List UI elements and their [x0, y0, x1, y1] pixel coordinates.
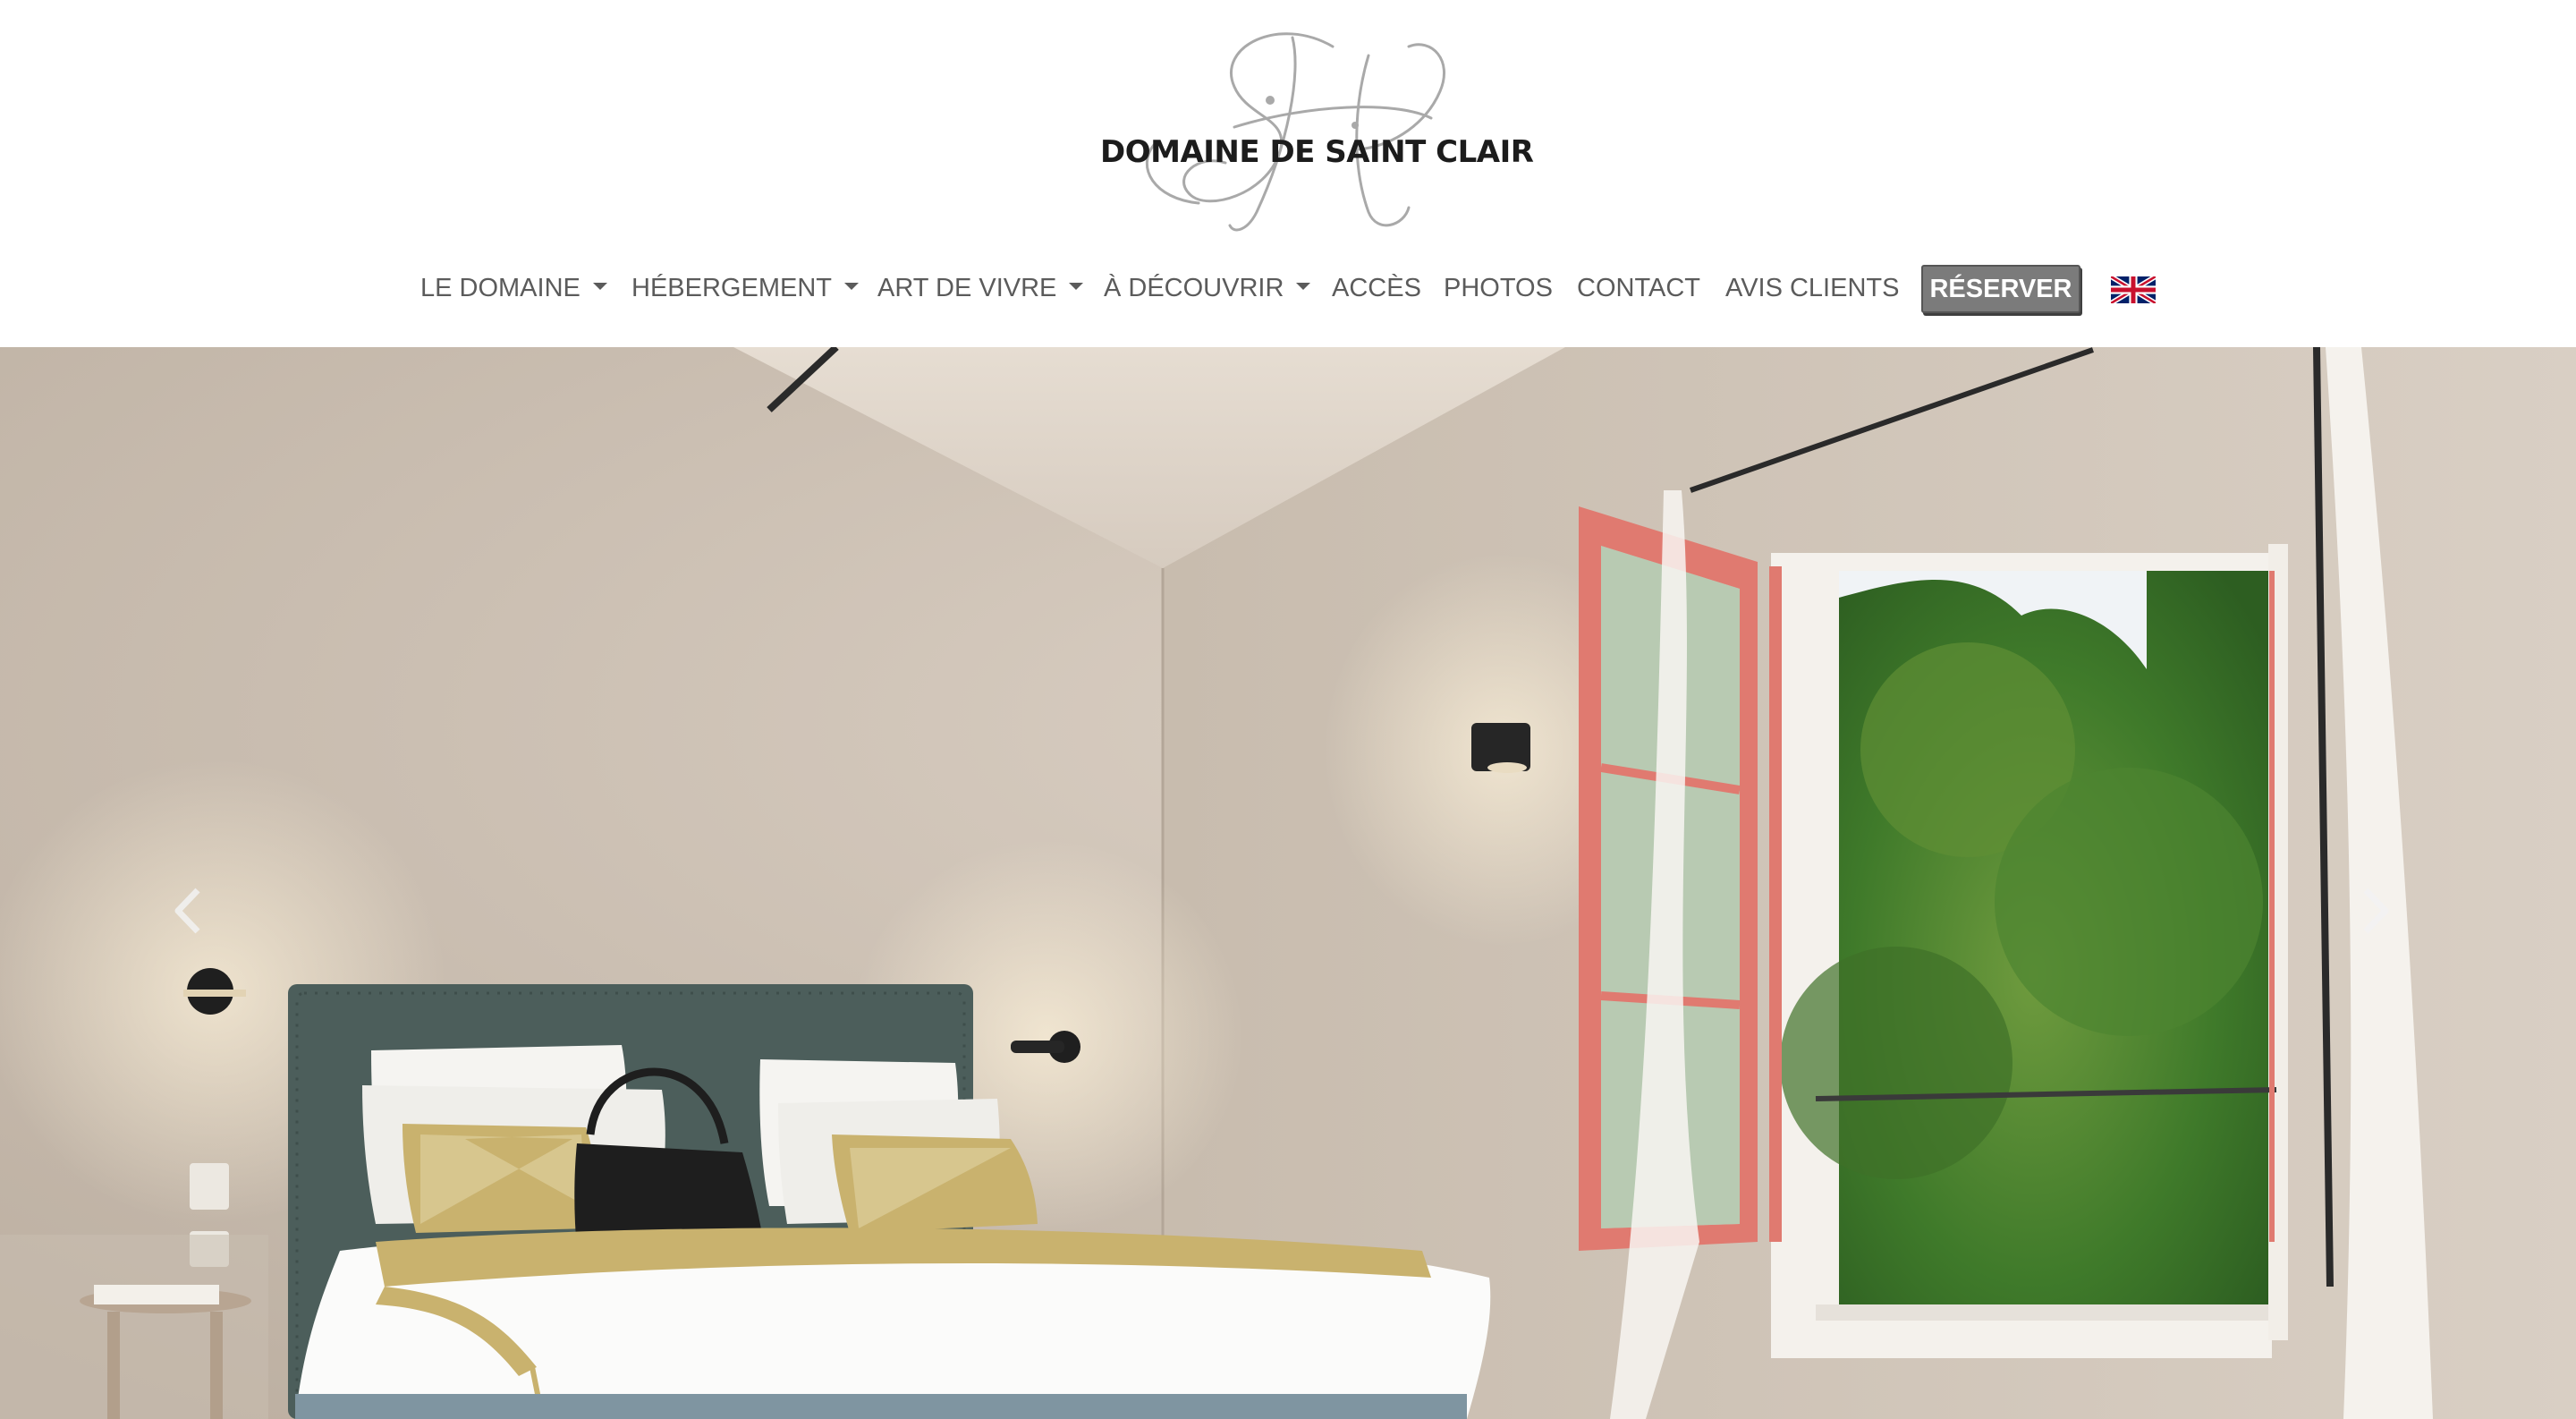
nav-item-contact[interactable]: CONTACT	[1577, 263, 1700, 313]
hero-carousel	[0, 347, 2576, 1419]
nav-item-acces[interactable]: ACCÈS	[1332, 263, 1421, 313]
site-logo[interactable]: DOMAINE DE SAINT CLAIR	[1100, 20, 1534, 243]
nav-item-art-de-vivre[interactable]: ART DE VIVRE	[877, 263, 1084, 313]
reserve-button[interactable]: RÉSERVER	[1921, 265, 2080, 313]
bedroom-photo	[0, 347, 2576, 1419]
caret-down-icon	[1296, 283, 1311, 291]
chevron-left-icon	[174, 888, 200, 934]
caret-down-icon	[592, 283, 607, 291]
carousel-next[interactable]	[2349, 875, 2402, 947]
uk-flag-icon	[2111, 276, 2156, 303]
nav-item-avis-clients[interactable]: AVIS CLIENTS	[1725, 263, 1899, 313]
chevron-right-icon	[2363, 888, 2389, 934]
caret-down-icon	[1069, 283, 1084, 291]
nav-label: ACCÈS	[1332, 274, 1421, 302]
nav-item-photos[interactable]: PHOTOS	[1444, 263, 1553, 313]
nav-item-hebergement[interactable]: HÉBERGEMENT	[631, 263, 859, 313]
nav-label: HÉBERGEMENT	[631, 274, 832, 302]
sc-monogram-logo	[1145, 32, 1445, 232]
site-header: DOMAINE DE SAINT CLAIR LE DOMAINE HÉBERG…	[0, 0, 2576, 347]
nav-label: PHOTOS	[1444, 274, 1553, 302]
carousel-prev[interactable]	[161, 875, 215, 947]
nav-label: AVIS CLIENTS	[1725, 274, 1900, 302]
nav-label: À DÉCOUVRIR	[1104, 274, 1284, 302]
main-nav: LE DOMAINE HÉBERGEMENT ART DE VIVRE À DÉ…	[0, 263, 2576, 313]
language-switch-english[interactable]	[2111, 276, 2156, 303]
nav-item-le-domaine[interactable]: LE DOMAINE	[420, 263, 607, 313]
nav-label: LE DOMAINE	[420, 274, 580, 302]
nav-label: CONTACT	[1577, 274, 1701, 302]
nav-label: ART DE VIVRE	[877, 274, 1057, 302]
nav-item-a-decouvrir[interactable]: À DÉCOUVRIR	[1104, 263, 1311, 313]
brand-name: DOMAINE DE SAINT CLAIR	[1100, 134, 1534, 170]
caret-down-icon	[843, 283, 859, 291]
